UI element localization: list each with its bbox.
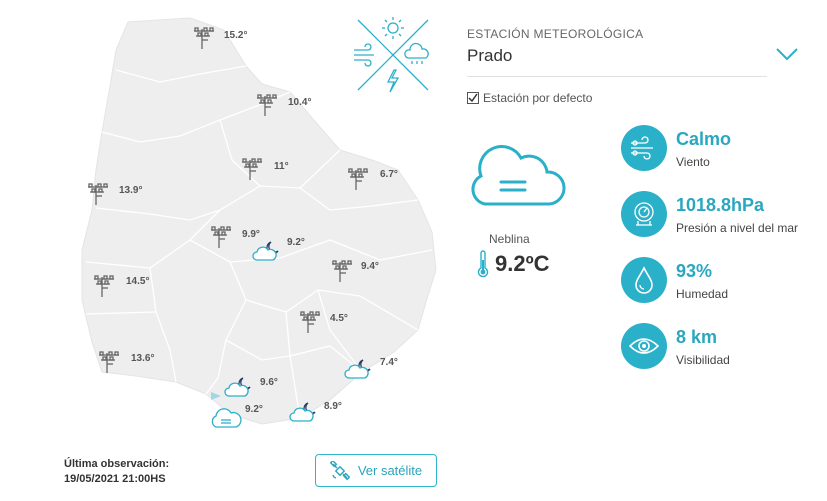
station-temp: 9.4° bbox=[361, 261, 379, 272]
temperature-row: 9.2ºC bbox=[477, 250, 550, 278]
map-station[interactable]: 9.9° bbox=[209, 225, 260, 252]
station-selector[interactable]: Prado bbox=[467, 46, 512, 66]
weather-station-icon bbox=[194, 27, 214, 49]
station-temp: 15.2° bbox=[224, 30, 248, 41]
station-temp: 13.6° bbox=[131, 353, 155, 364]
station-temp: 13.9° bbox=[119, 185, 143, 196]
wind-value: Calmo bbox=[676, 129, 732, 149]
weather-station-icon bbox=[242, 158, 262, 180]
weather-station-icon bbox=[94, 275, 114, 297]
map-station[interactable]: 6.7° bbox=[346, 167, 398, 194]
map-station[interactable]: 8.9° bbox=[288, 400, 342, 427]
night-cloud-icon bbox=[224, 377, 251, 397]
map-station[interactable]: 13.6° bbox=[97, 350, 154, 377]
map-station[interactable]: 9.6° bbox=[223, 375, 278, 402]
map-station[interactable]: 7.4° bbox=[343, 357, 398, 384]
night-cloud-icon bbox=[289, 402, 316, 422]
pressure-value: 1018.8hPa bbox=[676, 195, 765, 215]
map-station[interactable]: 13.9° bbox=[86, 182, 142, 209]
check-icon bbox=[468, 93, 478, 103]
station-temp: 8.9° bbox=[324, 401, 342, 412]
eye-icon bbox=[621, 323, 667, 369]
station-panel: ESTACIÓN METEOROLÓGICA Prado Estación po… bbox=[467, 0, 827, 501]
thermometer-icon bbox=[477, 250, 489, 278]
station-label: ESTACIÓN METEOROLÓGICA bbox=[467, 27, 644, 41]
chevron-down-icon[interactable] bbox=[774, 44, 800, 64]
station-temp: 9.2° bbox=[245, 404, 263, 415]
station-temp: 10.4° bbox=[288, 97, 312, 108]
station-temp: 6.7° bbox=[380, 169, 398, 180]
map-station[interactable]: 15.2° bbox=[192, 26, 247, 53]
map-station[interactable]: 4.5° bbox=[298, 310, 348, 337]
last-observation-value: 19/05/2021 21:00HS bbox=[64, 473, 166, 485]
humidity-label: Humedad bbox=[676, 287, 729, 301]
map-station[interactable]: 11° bbox=[240, 157, 289, 184]
station-temp: 4.5° bbox=[330, 313, 348, 324]
default-station-checkbox[interactable]: Estación por defecto bbox=[467, 91, 592, 105]
drop-icon bbox=[621, 257, 667, 303]
uruguay-map: 15.2° 10.4° 11° 6.7° 13.9° 9.9° 9.2° 9.4… bbox=[0, 0, 460, 501]
satellite-button-label: Ver satélite bbox=[357, 463, 423, 478]
barometer-icon bbox=[621, 191, 667, 237]
fog-cloud-icon bbox=[471, 145, 566, 206]
station-temp: 11° bbox=[274, 161, 289, 172]
night-cloud-icon bbox=[252, 241, 279, 261]
metric-visibility: 8 km Visibilidad bbox=[621, 323, 827, 373]
visibility-label: Visibilidad bbox=[676, 353, 730, 367]
weather-logo-icon bbox=[354, 17, 429, 93]
temperature-value: 9.2ºC bbox=[495, 251, 550, 276]
weather-station-icon bbox=[348, 168, 368, 190]
last-observation-label: Última observación: bbox=[64, 458, 170, 470]
metric-wind: Calmo Viento bbox=[621, 125, 827, 175]
station-temp: 9.6° bbox=[260, 377, 278, 388]
weather-station-icon bbox=[332, 260, 352, 282]
station-temp: 9.2° bbox=[287, 237, 305, 248]
weather-station-icon bbox=[99, 351, 119, 373]
station-temp: 14.5° bbox=[126, 276, 150, 287]
metric-humidity: 93% Humedad bbox=[621, 257, 827, 307]
night-cloud-icon bbox=[344, 359, 371, 379]
last-observation: Última observación: 19/05/2021 21:00HS bbox=[64, 457, 169, 487]
metric-pressure: 1018.8hPa Presión a nivel del mar bbox=[621, 191, 827, 241]
fog-cloud-icon bbox=[211, 408, 242, 428]
weather-station-icon bbox=[300, 311, 320, 333]
satellite-icon bbox=[329, 460, 350, 480]
visibility-value: 8 km bbox=[676, 327, 718, 347]
humidity-value: 93% bbox=[676, 261, 713, 281]
weather-station-icon bbox=[88, 183, 108, 205]
weather-station-icon bbox=[257, 94, 277, 116]
default-station-label: Estación por defecto bbox=[483, 91, 593, 105]
map-station[interactable]: 10.4° bbox=[255, 93, 311, 120]
map-station[interactable]: 14.5° bbox=[92, 274, 149, 301]
selector-underline bbox=[467, 76, 767, 77]
wind-icon bbox=[621, 125, 667, 171]
pressure-label: Presión a nivel del mar bbox=[676, 221, 799, 235]
weather-station-icon bbox=[211, 226, 231, 248]
satellite-button[interactable]: Ver satélite bbox=[315, 454, 437, 487]
condition-label: Neblina bbox=[489, 232, 530, 246]
selected-marker-icon bbox=[211, 392, 221, 400]
map-station[interactable]: 9.4° bbox=[330, 259, 379, 286]
station-temp: 7.4° bbox=[380, 357, 398, 368]
wind-label: Viento bbox=[676, 155, 710, 169]
map-station[interactable]: 9.2° bbox=[251, 237, 305, 266]
checkbox-box[interactable] bbox=[467, 92, 479, 104]
